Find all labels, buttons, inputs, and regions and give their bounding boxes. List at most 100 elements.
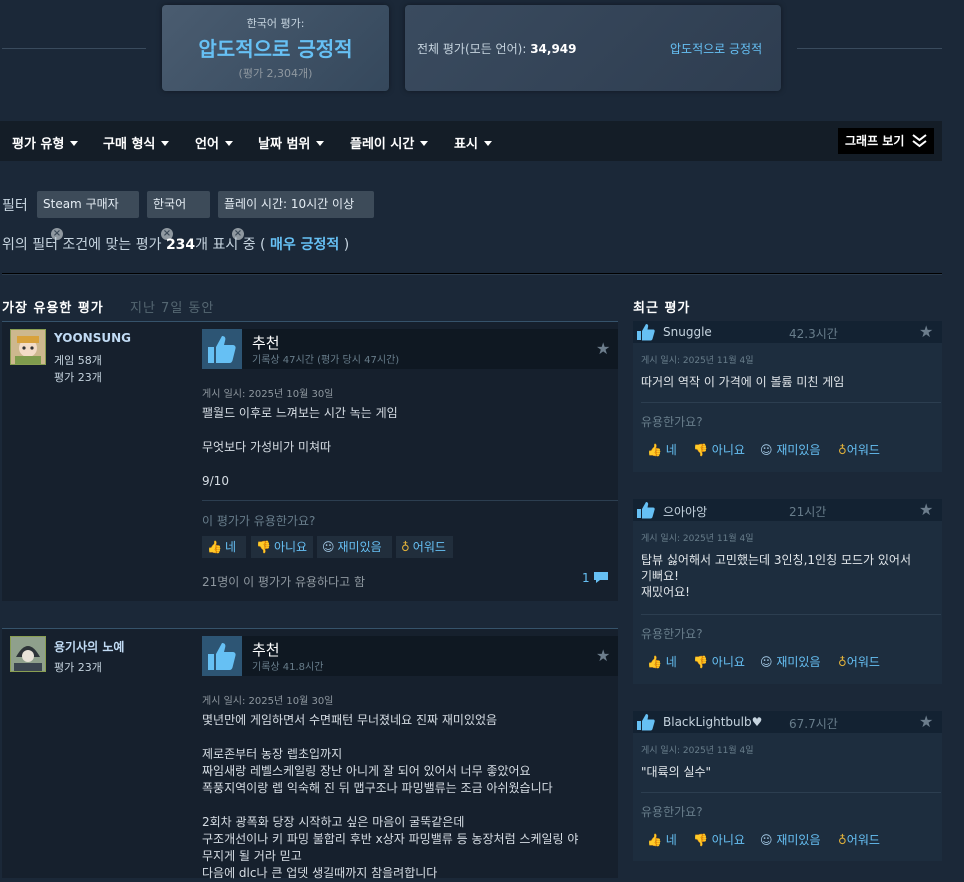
avatar[interactable]: [10, 636, 46, 672]
recent-section-title: 최근 평가: [633, 301, 691, 316]
review-helpful-count: 21명이 이 평가가 유용하다고 함: [202, 575, 366, 589]
vote-yes-button[interactable]: 👍 네: [647, 441, 677, 458]
recent-helpful-question: 유용한가요?: [641, 627, 703, 641]
vote-funny-label: 재미있음: [776, 655, 821, 669]
recent-review-playtime: 21시간: [789, 505, 827, 519]
thumbs-up-icon: 👍: [647, 655, 662, 669]
vote-no-button[interactable]: 👎 아니요: [693, 653, 745, 670]
menu-purchase-type[interactable]: 구매 형식: [103, 133, 170, 152]
vote-yes-label: 네: [665, 655, 677, 669]
filter-chip-playtime[interactable]: 플레이 시간: 10시간 이상×: [218, 191, 374, 240]
filter-chip-steam-purchaser[interactable]: Steam 구매자×: [37, 191, 139, 240]
reviewer-games-count[interactable]: 게임 58개: [54, 352, 102, 368]
vote-yes-button[interactable]: 👍 네: [202, 536, 246, 558]
star-icon: ★: [919, 500, 934, 519]
recent-review-header[interactable]: BlackLightbulb♥ 67.7시간 ★: [633, 711, 942, 733]
result-middle: 개 표시 중 (: [195, 237, 266, 253]
filter-chip-label: 한국어: [153, 197, 187, 211]
reviewer-name[interactable]: 용기사의 노예: [54, 638, 124, 655]
thumbs-up-icon: 👍: [647, 833, 662, 847]
menu-language[interactable]: 언어: [195, 133, 233, 152]
review-text: 팰월드 이후로 느껴보는 시간 녹는 게임 무엇보다 가성비가 미쳐따 9/10: [202, 406, 398, 488]
recent-reviewer-name[interactable]: BlackLightbulb♥: [663, 715, 762, 729]
award-label: 어워드: [412, 540, 446, 554]
recent-review-header[interactable]: Snuggle 42.3시간 ★: [633, 321, 942, 343]
award-label: 어워드: [846, 443, 880, 457]
menu-playtime[interactable]: 플레이 시간: [350, 133, 429, 152]
caret-down-icon: [420, 141, 429, 146]
vote-no-button[interactable]: 👎 아니요: [693, 831, 745, 848]
thumbs-down-icon: 👎: [693, 443, 708, 457]
result-count: 234: [165, 237, 196, 253]
vote-funny-label: 재미있음: [776, 443, 821, 457]
review-helpful-question: 이 평가가 유용한가요?: [202, 514, 316, 528]
award-icon: ♁: [838, 833, 847, 847]
review-playtime: 기록상 47시간 (평가 당시 47시간): [252, 355, 400, 366]
award-button[interactable]: ♁어워드: [838, 653, 880, 670]
vote-no-label: 아니요: [711, 655, 745, 669]
recent-reviewer-name[interactable]: 으아아앙: [663, 503, 707, 520]
vote-yes-button[interactable]: 👍 네: [647, 653, 677, 670]
filter-chip-korean[interactable]: 한국어×: [147, 191, 210, 240]
award-icon: ♁: [838, 443, 847, 457]
vote-funny-button[interactable]: ☺ 재미있음: [760, 831, 821, 848]
menu-display[interactable]: 표시: [454, 133, 492, 152]
result-rating[interactable]: 매우 긍정적: [270, 237, 339, 253]
award-label: 어워드: [846, 655, 880, 669]
vote-funny-button[interactable]: ☺ 재미있음: [760, 653, 821, 670]
thumbs-up-icon: [637, 714, 655, 731]
recent-review-header[interactable]: 으아아앙 21시간 ★: [633, 499, 942, 521]
menu-purchase-type-label: 구매 형식: [103, 137, 156, 152]
vote-funny-button[interactable]: ☺ 재미있음: [317, 536, 392, 558]
vote-no-button[interactable]: 👎 아니요: [251, 536, 313, 558]
recent-review-card: BlackLightbulb♥ 67.7시간 ★ 게시 일시: 2025년 11…: [633, 711, 942, 861]
recent-reviewer-name[interactable]: Snuggle: [663, 325, 712, 339]
vote-yes-button[interactable]: 👍 네: [647, 831, 677, 848]
review-verdict-header[interactable]: 추천 기록상 41.8시간 ★: [202, 636, 618, 676]
menu-language-label: 언어: [195, 137, 219, 152]
reviewer-reviews-count[interactable]: 평가 23개: [54, 369, 102, 385]
review-verdict-header[interactable]: 추천 기록상 47시간 (평가 당시 47시간) ★: [202, 329, 618, 369]
menu-date-range[interactable]: 날짜 범위: [258, 133, 325, 152]
review-top-border: [2, 321, 618, 322]
caret-down-icon: [70, 141, 79, 146]
show-graph-button[interactable]: 그래프 보기: [838, 128, 934, 154]
korean-summary-count: (평가 2,304개): [238, 67, 313, 80]
smiley-icon: ☺: [760, 655, 773, 669]
menu-review-type[interactable]: 평가 유형: [12, 133, 79, 152]
reviewer-name[interactable]: YOONSUNG: [54, 331, 131, 345]
all-summary-count: 34,949: [530, 42, 577, 56]
recent-review-date: 게시 일시: 2025년 11월 4일: [641, 356, 754, 366]
vote-yes-label: 네: [224, 540, 236, 554]
avatar[interactable]: [10, 329, 46, 365]
recent-review-text: 따거의 역작 이 가격에 이 볼륨 미친 게임: [641, 375, 845, 389]
vote-funny-label: 재미있음: [776, 833, 821, 847]
review-card: 용기사의 노예 평가 23개 추천 기록상 41.8시간 ★ 게시 일시: 20…: [2, 628, 618, 880]
award-button[interactable]: ♁어워드: [838, 831, 880, 848]
vote-no-button[interactable]: 👎 아니요: [693, 441, 745, 458]
recent-review-text: 탑뷰 싫어해서 고민했는데 3인칭,1인칭 모드가 있어서 기뻐요! 재밌어요!: [641, 553, 911, 599]
review-comment-count[interactable]: 1: [582, 571, 609, 585]
award-button[interactable]: ♁어워드: [838, 441, 880, 458]
review-verdict: 추천: [252, 334, 280, 352]
comment-count-label: 1: [582, 571, 590, 585]
filter-chip-label: 플레이 시간: 10시간 이상: [224, 197, 355, 211]
review-card: YOONSUNG 게임 58개 평가 23개 추천 기록상 47시간 (평가 당…: [2, 321, 618, 601]
thumbs-down-icon: 👎: [693, 655, 708, 669]
caret-down-icon: [483, 141, 492, 146]
vote-funny-button[interactable]: ☺ 재미있음: [760, 441, 821, 458]
thumbs-down-icon: 👎: [693, 833, 708, 847]
all-summary-rating[interactable]: 압도적으로 긍정적: [670, 40, 762, 57]
korean-summary-rating[interactable]: 압도적으로 긍정적: [162, 33, 389, 62]
review-playtime: 기록상 41.8시간: [252, 662, 324, 673]
thumbs-up-icon: [202, 329, 242, 369]
award-icon: ♁: [401, 540, 410, 554]
reviewer-reviews-count[interactable]: 평가 23개: [54, 659, 102, 675]
recent-helpful-question: 유용한가요?: [641, 805, 703, 819]
award-label: 어워드: [846, 833, 880, 847]
award-button[interactable]: ♁어워드: [396, 536, 453, 558]
helpful-section-period: 지난 7일 동안: [130, 301, 215, 316]
all-summary-text: 전체 평가(모든 언어): 34,949: [417, 40, 577, 57]
thumbs-up-icon: 👍: [207, 540, 222, 554]
thumbs-up-icon: [637, 324, 655, 341]
